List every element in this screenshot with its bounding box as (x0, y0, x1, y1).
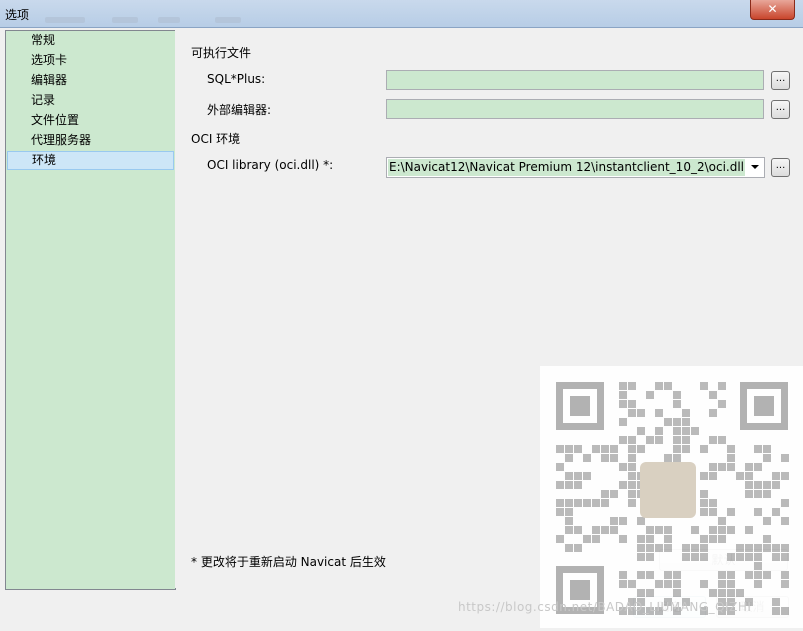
external-editor-browse-button[interactable]: ... (771, 100, 790, 119)
ellipsis-icon: ... (775, 102, 786, 113)
sidebar-item-proxy[interactable]: 代理服务器 (7, 131, 174, 150)
window-title: 选项 (5, 8, 30, 22)
options-category-list[interactable]: 常规 选项卡 编辑器 记录 文件位置 代理服务器 环境 (5, 30, 176, 590)
qr-code-icon (556, 382, 789, 615)
sidebar-item-label: 文件位置 (31, 113, 80, 127)
title-bar: 选项 ✕ (0, 0, 803, 28)
sidebar-item-editor[interactable]: 编辑器 (7, 71, 174, 90)
background-window-blur (158, 17, 180, 23)
avatar (640, 462, 696, 518)
sidebar-item-label: 编辑器 (31, 73, 68, 87)
background-window-blur (215, 17, 241, 23)
sidebar-item-general[interactable]: 常规 (7, 31, 174, 50)
oci-library-value: E:\Navicat12\Navicat Premium 12\instantc… (388, 159, 745, 176)
watermark-text: https://blog.csdn.net/BADAO_LIUMANG_QIZH… (458, 600, 752, 614)
close-button[interactable]: ✕ (750, 0, 795, 20)
sqlplus-label: SQL*Plus: (207, 72, 266, 86)
oci-library-label: OCI library (oci.dll) *: (207, 158, 334, 172)
executable-section-heading: 可执行文件 (191, 46, 252, 60)
sidebar-item-label: 常规 (31, 33, 56, 47)
oci-library-browse-button[interactable]: ... (771, 158, 790, 177)
external-editor-path-input[interactable] (386, 99, 764, 119)
background-window-blur (112, 17, 138, 23)
background-window-blur (45, 17, 85, 23)
oci-library-select[interactable]: E:\Navicat12\Navicat Premium 12\instantc… (386, 157, 765, 178)
restart-note: * 更改将于重新启动 Navicat 后生效 (191, 555, 386, 569)
sqlplus-browse-button[interactable]: ... (771, 71, 790, 90)
sidebar-item-records[interactable]: 记录 (7, 91, 174, 110)
sidebar-item-file-location[interactable]: 文件位置 (7, 111, 174, 130)
sidebar-item-label: 选项卡 (31, 53, 68, 67)
external-editor-label: 外部编辑器: (207, 103, 272, 117)
ellipsis-icon: ... (775, 160, 786, 171)
oci-section-heading: OCI 环境 (191, 132, 241, 146)
sidebar-item-environment[interactable]: 环境 (7, 151, 174, 170)
sidebar-item-label: 记录 (31, 93, 56, 107)
sidebar-item-label: 环境 (32, 153, 57, 167)
sqlplus-path-input[interactable] (386, 70, 764, 90)
qr-code-overlay (540, 366, 803, 628)
dropdown-arrow-icon[interactable] (751, 165, 759, 169)
close-icon: ✕ (767, 2, 778, 16)
ellipsis-icon: ... (775, 73, 786, 84)
sidebar-item-label: 代理服务器 (31, 133, 92, 147)
sidebar-item-tabs[interactable]: 选项卡 (7, 51, 174, 70)
